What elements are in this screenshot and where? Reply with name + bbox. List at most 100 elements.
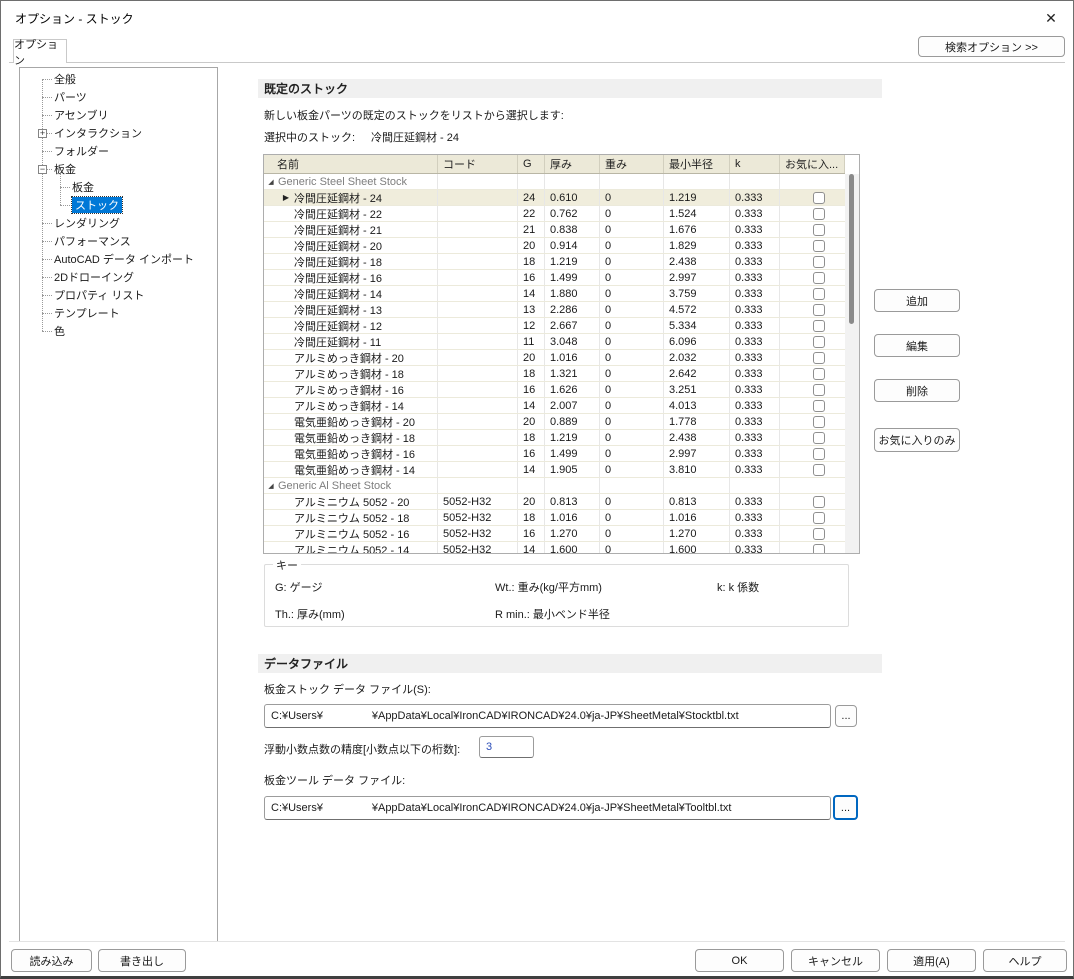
import-button[interactable]: 読み込み bbox=[11, 949, 92, 972]
stock-table-row[interactable]: 電気亜鉛めっき鋼材 - 14141.90503.8100.333 bbox=[264, 462, 845, 478]
column-header[interactable]: G bbox=[518, 155, 545, 173]
cancel-button[interactable]: キャンセル bbox=[791, 949, 880, 972]
stock-table-row[interactable]: 冷間圧延鋼材 - 20200.91401.8290.333 bbox=[264, 238, 845, 254]
sidebar-item-2Dドローイング[interactable]: 2Dドローイング bbox=[20, 268, 217, 286]
sidebar-item-レンダリング[interactable]: レンダリング bbox=[20, 214, 217, 232]
stock-table-row[interactable]: 冷間圧延鋼材 - 14141.88003.7590.333 bbox=[264, 286, 845, 302]
stock-group-row[interactable]: ◢Generic Al Sheet Stock bbox=[264, 478, 845, 494]
close-icon[interactable]: ✕ bbox=[1041, 8, 1061, 28]
stock-wt-cell: 0 bbox=[600, 494, 664, 509]
apply-button[interactable]: 適用(A) bbox=[887, 949, 976, 972]
favorite-checkbox[interactable] bbox=[813, 272, 825, 284]
favorites-only-button[interactable]: お気に入りのみ bbox=[874, 428, 960, 452]
stock-table-row[interactable]: アルミニウム 5052 - 185052-H32181.01601.0160.3… bbox=[264, 510, 845, 526]
add-button[interactable]: 追加 bbox=[874, 289, 960, 312]
group-expanded-icon[interactable]: ◢ bbox=[264, 482, 278, 490]
sidebar-item-パフォーマンス[interactable]: パフォーマンス bbox=[20, 232, 217, 250]
precision-input[interactable] bbox=[479, 736, 534, 758]
stock-group-row[interactable]: ◢Generic Steel Sheet Stock bbox=[264, 174, 845, 190]
tool-file-input[interactable] bbox=[264, 796, 831, 820]
stock-table-row[interactable]: ▶冷間圧延鋼材 - 24240.61001.2190.333 bbox=[264, 190, 845, 206]
sidebar-item-全般[interactable]: 全般 bbox=[20, 70, 217, 88]
favorite-checkbox[interactable] bbox=[813, 512, 825, 524]
sidebar-item-インタラクション[interactable]: +インタラクション bbox=[20, 124, 217, 142]
favorite-checkbox[interactable] bbox=[813, 528, 825, 540]
sidebar-item-フォルダー[interactable]: フォルダー bbox=[20, 142, 217, 160]
expand-icon[interactable]: + bbox=[38, 129, 47, 138]
favorite-checkbox[interactable] bbox=[813, 320, 825, 332]
sidebar-item-アセンブリ[interactable]: アセンブリ bbox=[20, 106, 217, 124]
sidebar-item-板金[interactable]: 板金 bbox=[20, 178, 217, 196]
favorite-checkbox[interactable] bbox=[813, 288, 825, 300]
favorite-checkbox[interactable] bbox=[813, 384, 825, 396]
scrollbar-thumb[interactable] bbox=[849, 174, 854, 324]
favorite-checkbox[interactable] bbox=[813, 464, 825, 476]
stock-table-row[interactable]: 冷間圧延鋼材 - 12122.66705.3340.333 bbox=[264, 318, 845, 334]
column-header[interactable]: 厚み bbox=[545, 155, 600, 173]
stock-k-cell: 0.333 bbox=[730, 254, 780, 269]
favorite-checkbox[interactable] bbox=[813, 208, 825, 220]
stock-rmin-cell: 0.813 bbox=[664, 494, 730, 509]
column-header[interactable]: 重み bbox=[600, 155, 664, 173]
stock-table-row[interactable]: 電気亜鉛めっき鋼材 - 16161.49902.9970.333 bbox=[264, 446, 845, 462]
stock-wt-cell: 0 bbox=[600, 190, 664, 205]
stock-table-row[interactable]: アルミニウム 5052 - 165052-H32161.27001.2700.3… bbox=[264, 526, 845, 542]
vertical-scrollbar[interactable] bbox=[845, 174, 859, 553]
column-header[interactable]: k bbox=[730, 155, 780, 173]
stock-table-row[interactable]: アルミめっき鋼材 - 20201.01602.0320.333 bbox=[264, 350, 845, 366]
stock-table-row[interactable]: 冷間圧延鋼材 - 13132.28604.5720.333 bbox=[264, 302, 845, 318]
group-expanded-icon[interactable]: ◢ bbox=[264, 178, 278, 186]
favorite-checkbox[interactable] bbox=[813, 256, 825, 268]
delete-button[interactable]: 削除 bbox=[874, 379, 960, 402]
sidebar-item-板金[interactable]: −板金 bbox=[20, 160, 217, 178]
stock-g-cell: 16 bbox=[518, 382, 545, 397]
column-header[interactable]: 名前 bbox=[264, 155, 438, 173]
favorite-checkbox[interactable] bbox=[813, 448, 825, 460]
tab-options[interactable]: オプション bbox=[13, 39, 67, 63]
stock-table-row[interactable]: アルミめっき鋼材 - 16161.62603.2510.333 bbox=[264, 382, 845, 398]
favorite-checkbox[interactable] bbox=[813, 400, 825, 412]
stock-wt-cell: 0 bbox=[600, 526, 664, 541]
favorite-checkbox[interactable] bbox=[813, 192, 825, 204]
stock-table-row[interactable]: 冷間圧延鋼材 - 22220.76201.5240.333 bbox=[264, 206, 845, 222]
ok-button[interactable]: OK bbox=[695, 949, 784, 972]
favorite-checkbox[interactable] bbox=[813, 224, 825, 236]
sidebar-item-プロパティ リスト[interactable]: プロパティ リスト bbox=[20, 286, 217, 304]
search-options-button[interactable]: 検索オプション >> bbox=[918, 36, 1065, 57]
stock-table-row[interactable]: アルミニウム 5052 - 205052-H32200.81300.8130.3… bbox=[264, 494, 845, 510]
browse-tool-file-button[interactable]: ... bbox=[833, 795, 858, 820]
favorite-checkbox[interactable] bbox=[813, 496, 825, 508]
stock-name: 冷間圧延鋼材 - 20 bbox=[294, 238, 382, 253]
edit-button[interactable]: 編集 bbox=[874, 334, 960, 357]
favorite-checkbox[interactable] bbox=[813, 368, 825, 380]
sidebar-item-パーツ[interactable]: パーツ bbox=[20, 88, 217, 106]
favorite-checkbox[interactable] bbox=[813, 432, 825, 444]
browse-stock-file-button[interactable]: ... bbox=[835, 705, 857, 727]
help-button[interactable]: ヘルプ bbox=[983, 949, 1067, 972]
stock-table-row[interactable]: 冷間圧延鋼材 - 21210.83801.6760.333 bbox=[264, 222, 845, 238]
collapse-icon[interactable]: − bbox=[38, 165, 47, 174]
stock-table-row[interactable]: アルミめっき鋼材 - 14142.00704.0130.333 bbox=[264, 398, 845, 414]
stock-file-input[interactable] bbox=[264, 704, 831, 728]
favorite-checkbox[interactable] bbox=[813, 352, 825, 364]
stock-table-row[interactable]: 冷間圧延鋼材 - 18181.21902.4380.333 bbox=[264, 254, 845, 270]
favorite-checkbox[interactable] bbox=[813, 544, 825, 555]
favorite-checkbox[interactable] bbox=[813, 304, 825, 316]
sidebar-item-AutoCAD データ インポート[interactable]: AutoCAD データ インポート bbox=[20, 250, 217, 268]
column-header[interactable]: 最小半径 bbox=[664, 155, 730, 173]
stock-table-row[interactable]: アルミめっき鋼材 - 18181.32102.6420.333 bbox=[264, 366, 845, 382]
export-button[interactable]: 書き出し bbox=[98, 949, 186, 972]
sidebar-item-ストック[interactable]: ストック bbox=[20, 196, 217, 214]
column-header[interactable]: お気に入... bbox=[780, 155, 845, 173]
stock-table-row[interactable]: アルミニウム 5052 - 145052-H32141.60001.6000.3… bbox=[264, 542, 845, 554]
favorite-checkbox[interactable] bbox=[813, 416, 825, 428]
favorite-checkbox[interactable] bbox=[813, 240, 825, 252]
sidebar-item-色[interactable]: 色 bbox=[20, 322, 217, 340]
stock-table-row[interactable]: 電気亜鉛めっき鋼材 - 20200.88901.7780.333 bbox=[264, 414, 845, 430]
column-header[interactable]: コード bbox=[438, 155, 518, 173]
stock-table-row[interactable]: 冷間圧延鋼材 - 11113.04806.0960.333 bbox=[264, 334, 845, 350]
sidebar-item-テンプレート[interactable]: テンプレート bbox=[20, 304, 217, 322]
stock-table-row[interactable]: 冷間圧延鋼材 - 16161.49902.9970.333 bbox=[264, 270, 845, 286]
favorite-checkbox[interactable] bbox=[813, 336, 825, 348]
stock-table-row[interactable]: 電気亜鉛めっき鋼材 - 18181.21902.4380.333 bbox=[264, 430, 845, 446]
